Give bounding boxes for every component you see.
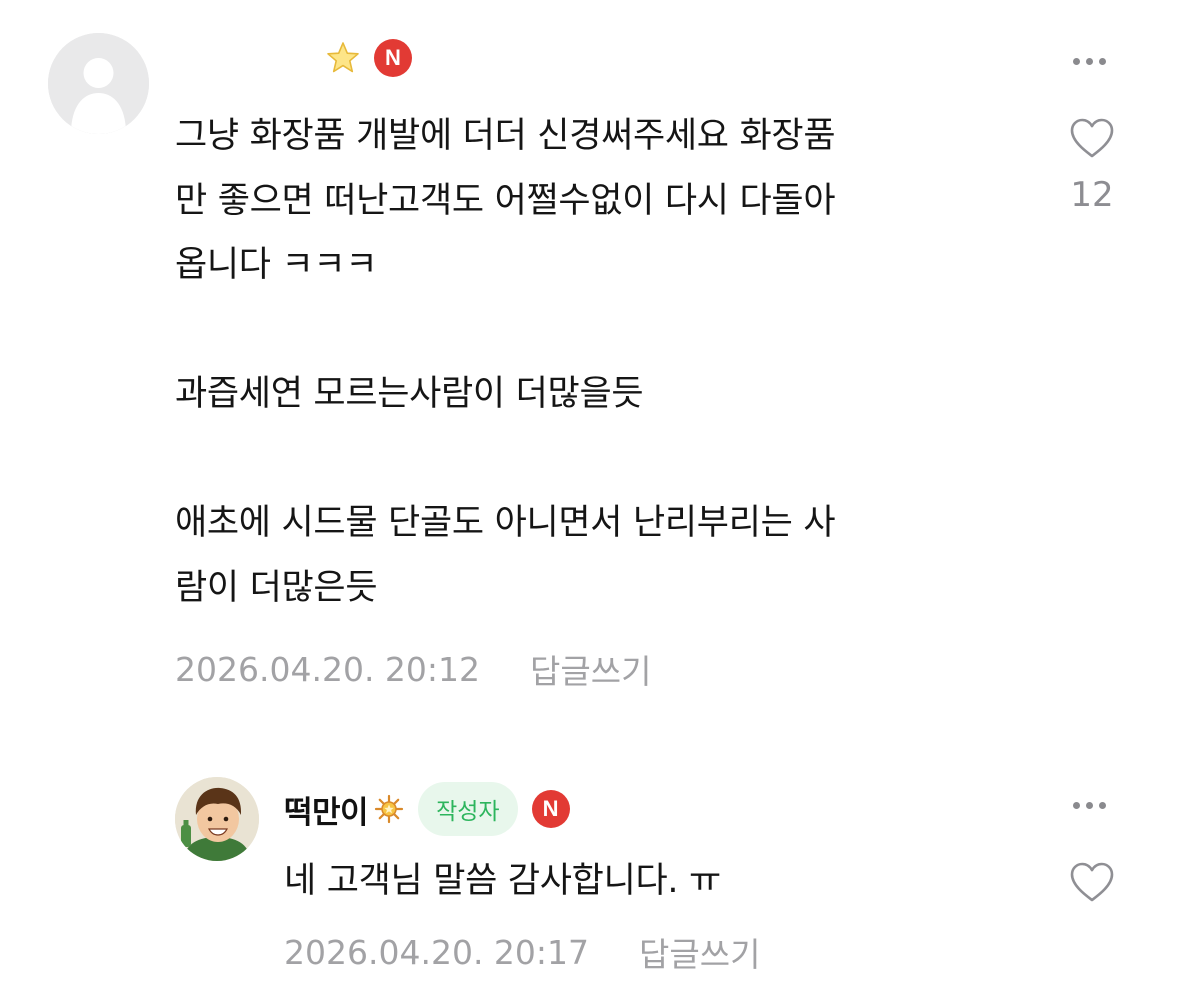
new-badge: N: [374, 39, 412, 77]
comment-author[interactable]: 떡만이: [284, 787, 369, 832]
comment-text-line: 네 고객님 말씀 감사합니다. ㅠ: [284, 861, 721, 901]
writer-badge: 작성자: [418, 782, 518, 836]
heart-icon: [1070, 118, 1114, 158]
comment-body: 그냥 화장품 개발에 더더 신경써주세요 화장품 만 좋으면 떠난고객도 어쩔수…: [175, 104, 836, 620]
rank-icon: [374, 794, 404, 824]
comment-text-line: 과즙세연 모르는사람이 더많을듯: [175, 374, 644, 414]
profile-avatar-icon: [175, 777, 259, 861]
heart-icon: [1070, 862, 1114, 902]
more-options-button[interactable]: [1073, 58, 1106, 65]
reply-button[interactable]: 답글쓰기: [530, 645, 651, 693]
comment-text-line: 옵니다 ㅋㅋㅋ: [175, 245, 378, 285]
comment-timestamp: 2026.04.20. 20:12: [175, 649, 481, 689]
comment-text-line: 그냥 화장품 개발에 더더 신경써주세요 화장품: [175, 116, 836, 156]
comment-meta: 2026.04.20. 20:17 답글쓰기: [284, 928, 760, 976]
comment-header: 떡만이 작성자 N: [284, 782, 570, 836]
avatar[interactable]: [175, 777, 259, 861]
new-badge: N: [531, 790, 570, 828]
more-icon: [1073, 58, 1080, 65]
star-icon: [327, 42, 359, 73]
default-avatar-icon: [48, 33, 149, 134]
like-count: 12: [1070, 175, 1114, 215]
like-button[interactable]: [1067, 861, 1117, 903]
like-button[interactable]: 12: [1067, 117, 1117, 215]
comment-text-line: 만 좋으면 떠난고객도 어쩔수없이 다시 다돌아: [175, 180, 836, 221]
comment-text-line: 애초에 시드물 단골도 아니면서 난리부리는 사: [175, 503, 836, 543]
more-options-button[interactable]: [1073, 802, 1106, 809]
reply-button[interactable]: 답글쓰기: [639, 928, 760, 976]
comment-timestamp: 2026.04.20. 20:17: [284, 932, 590, 972]
more-icon: [1073, 802, 1080, 809]
comment-body: 네 고객님 말씀 감사합니다. ㅠ: [284, 849, 721, 914]
comment-text-line: 람이 더많은듯: [175, 567, 378, 608]
avatar[interactable]: [48, 33, 149, 134]
comment-header: N: [326, 39, 412, 77]
comment-meta: 2026.04.20. 20:12 답글쓰기: [175, 645, 651, 693]
